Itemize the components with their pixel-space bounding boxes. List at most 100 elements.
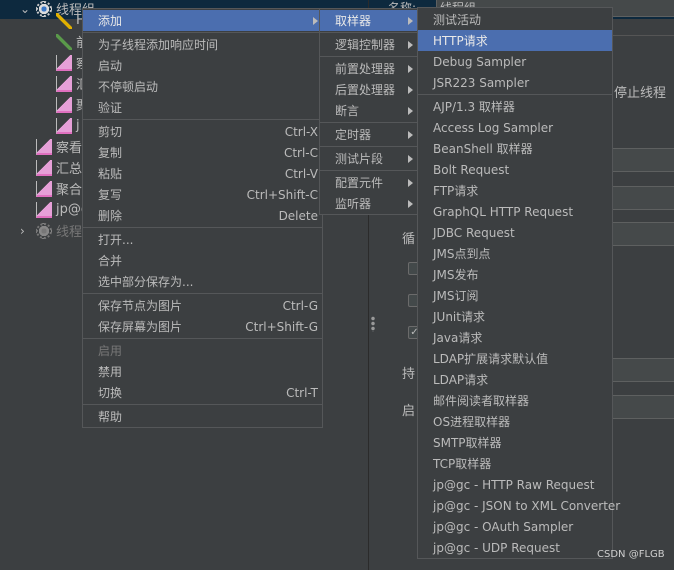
submenu-arrow-icon <box>313 16 318 25</box>
menu-item-smtp[interactable]: SMTP取样器 <box>418 432 612 453</box>
menu-item-item[interactable]: 测试片段 <box>320 148 417 169</box>
menu-item-item[interactable]: 为子线程添加响应时间 <box>83 34 322 55</box>
menu-item-label: SMTP取样器 <box>433 436 502 450</box>
startup-delay-input[interactable] <box>610 395 674 419</box>
tree-node-label: 线程 <box>56 225 83 240</box>
tree-node[interactable]: j <box>56 115 80 136</box>
menu-item-label: 断言 <box>335 104 360 118</box>
menu-item-label: AJP/1.3 取样器 <box>433 100 515 114</box>
menu-item-label: 保存节点为图片 <box>98 299 183 313</box>
menu-item-ldap[interactable]: LDAP请求 <box>418 369 612 390</box>
menu-item-jp-gc-json-to-xml-converter[interactable]: jp@gc - JSON to XML Converter <box>418 495 620 516</box>
menu-item-label: jp@gc - HTTP Raw Request <box>433 477 595 492</box>
tree-node-label: 察看 <box>56 141 83 156</box>
menu-item-graphql-http-request[interactable]: GraphQL HTTP Request <box>418 201 612 222</box>
menu-item-label: TCP取样器 <box>433 457 492 471</box>
gear-icon <box>36 222 52 239</box>
menu-item-item[interactable]: 打开... <box>83 229 322 250</box>
menu-item-item[interactable]: 测试活动 <box>418 9 612 30</box>
submenu-arrow-icon <box>408 178 413 187</box>
menu-item-access-log-sampler[interactable]: Access Log Sampler <box>418 117 612 138</box>
menu-item-jp-gc-udp-request[interactable]: jp@gc - UDP Request <box>418 537 612 558</box>
menu-item-label: 为子线程添加响应时间 <box>98 38 219 52</box>
menu-item-item[interactable]: 定时器 <box>320 124 417 145</box>
field-a[interactable] <box>610 22 674 36</box>
menu-item-item[interactable]: 断言 <box>320 100 417 121</box>
shortcut-label: Ctrl-V <box>284 166 318 181</box>
menu-item-item[interactable]: 复制 Ctrl-C <box>83 142 322 163</box>
menu-item-item[interactable]: 验证 <box>83 97 322 118</box>
menu-item-bolt-request[interactable]: Bolt Request <box>418 159 612 180</box>
menu-item-item[interactable]: 配置元件 <box>320 172 417 193</box>
menu-item-item[interactable]: 前置处理器 <box>320 58 417 79</box>
menu-item-item[interactable]: 启动 <box>83 55 322 76</box>
menu-item-jsr223-sampler[interactable]: JSR223 Sampler <box>418 72 612 93</box>
menu-item-item[interactable]: 启用 <box>83 340 322 361</box>
field-d[interactable] <box>610 222 674 246</box>
menu-item-jms[interactable]: JMS订阅 <box>418 285 612 306</box>
menu-item-label: 添加 <box>98 14 123 28</box>
menu-item-item[interactable]: 逻辑控制器 <box>320 34 417 55</box>
menu-separator <box>320 122 417 123</box>
menu-item-item[interactable]: 不停顿启动 <box>83 76 322 97</box>
tree-node[interactable]: 汇总 <box>36 157 82 178</box>
tree-node[interactable]: › 线程 <box>20 220 82 241</box>
loop-label: 循 <box>402 232 416 247</box>
menu-item-debug-sampler[interactable]: Debug Sampler <box>418 51 612 72</box>
menu-item-item[interactable]: 后置处理器 <box>320 79 417 100</box>
menu-item-label: 配置元件 <box>335 176 384 190</box>
menu-item-jp-gc-oauth-sampler[interactable]: jp@gc - OAuth Sampler <box>418 516 612 537</box>
menu-item-label: HTTP请求 <box>433 34 488 48</box>
menu-item-item[interactable]: 保存节点为图片 Ctrl-G <box>83 295 322 316</box>
menu-item-jp-gc-http-raw-request[interactable]: jp@gc - HTTP Raw Request <box>418 474 612 495</box>
menu-item-jms[interactable]: JMS发布 <box>418 264 612 285</box>
field-c[interactable] <box>610 186 674 210</box>
collapse-chevron-icon[interactable]: ⌄ <box>20 2 32 16</box>
menu-item-label: 取样器 <box>335 14 372 28</box>
menu-separator <box>320 32 417 33</box>
menu-item-ldap[interactable]: LDAP扩展请求默认值 <box>418 348 612 369</box>
menu-item-item[interactable]: 监听器 <box>320 193 417 214</box>
menu-item-item[interactable]: 复写 Ctrl+Shift-C <box>83 184 322 205</box>
menu-item-tcp[interactable]: TCP取样器 <box>418 453 612 474</box>
expand-chevron-icon[interactable]: › <box>20 224 32 238</box>
menu-item-os[interactable]: OS进程取样器 <box>418 411 612 432</box>
menu-item-label: 测试片段 <box>335 152 384 166</box>
menu-item-item[interactable]: 选中部分保存为... <box>83 271 322 292</box>
menu-item-item[interactable]: 帮助 <box>83 406 322 427</box>
pipette-icon <box>56 33 72 50</box>
menu-item-label: 验证 <box>98 101 123 115</box>
menu-item-item[interactable]: 删除 Delete <box>83 205 322 226</box>
menu-item-jdbc-request[interactable]: JDBC Request <box>418 222 612 243</box>
menu-item-item[interactable]: 切换 Ctrl-T <box>83 382 322 403</box>
menu-item-label: Bolt Request <box>433 162 510 177</box>
splitter-handle[interactable] <box>371 316 375 332</box>
menu-item-label: 复制 <box>98 146 123 160</box>
duration-input[interactable] <box>610 358 674 382</box>
menu-item-item[interactable]: 粘贴 Ctrl-V <box>83 163 322 184</box>
menu-item-http[interactable]: HTTP请求 <box>418 30 612 51</box>
menu-item-jms[interactable]: JMS点到点 <box>418 243 612 264</box>
menu-item-junit[interactable]: JUnit请求 <box>418 306 612 327</box>
menu-item-item[interactable]: 合并 <box>83 250 322 271</box>
stop-thread-radio-label[interactable]: 停止线程 <box>614 82 666 101</box>
menu-item-label: jp@gc - UDP Request <box>433 540 560 555</box>
menu-item-item[interactable]: 邮件阅读者取样器 <box>418 390 612 411</box>
menu-item-label: BeanShell 取样器 <box>433 142 533 156</box>
menu-item-item[interactable]: 剪切 Ctrl-X <box>83 121 322 142</box>
menu-item-ajp-1-3[interactable]: AJP/1.3 取样器 <box>418 96 612 117</box>
menu-item-item[interactable]: 取样器 <box>320 10 417 31</box>
menu-item-label: JMS点到点 <box>433 247 491 261</box>
menu-item-label: 测试活动 <box>433 13 482 27</box>
menu-item-ftp[interactable]: FTP请求 <box>418 180 612 201</box>
menu-item-beanshell[interactable]: BeanShell 取样器 <box>418 138 612 159</box>
field-b[interactable] <box>610 148 674 172</box>
menu-item-item[interactable]: 禁用 <box>83 361 322 382</box>
menu-separator <box>83 32 322 33</box>
tree-node[interactable]: 察看 <box>36 136 82 157</box>
tree-node[interactable]: 聚合 <box>36 178 82 199</box>
menu-item-item[interactable]: 保存屏幕为图片 Ctrl+Shift-G <box>83 316 322 337</box>
menu-item-java[interactable]: Java请求 <box>418 327 612 348</box>
tree-node-label: 汇总 <box>56 162 83 177</box>
menu-item-item[interactable]: 添加 <box>83 10 322 31</box>
